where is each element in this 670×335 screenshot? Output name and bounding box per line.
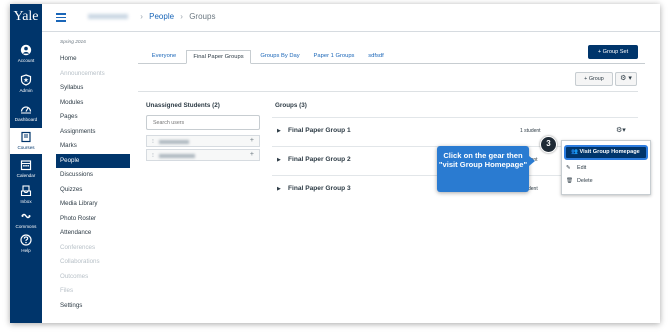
top-bar: › People › Groups [42,4,660,32]
course-nav-announcements[interactable]: Announcements [56,67,130,82]
inbox-icon [20,185,32,197]
canvas-window: Yale Account Admin Dashboard Courses Cal… [10,4,660,323]
search-users-input[interactable] [146,115,260,130]
group-set-settings-gear-button[interactable]: ⚙ ▾ [615,72,637,86]
course-nav-discussions[interactable]: Discussions [56,168,130,183]
breadcrumb-people[interactable]: People [149,12,174,21]
add-student-icon[interactable]: + [250,151,254,158]
tab-paper-1-groups[interactable]: Paper 1 Groups [309,50,359,64]
unassigned-student-row[interactable]: ⁝ + [146,135,260,147]
add-group-button[interactable]: + Group [575,72,613,86]
course-nav-modules[interactable]: Modules [56,96,130,111]
divider [138,91,638,92]
course-nav-marks[interactable]: Marks [56,139,130,154]
trash-icon: 🗑 [566,178,573,184]
global-nav-inbox[interactable]: Inbox [10,183,42,207]
breadcrumb-current: Groups [189,12,216,21]
visit-group-homepage-menu-item[interactable]: 👥 Visit Group Homepage [564,145,648,160]
course-nav-syllabus[interactable]: Syllabus [56,81,130,96]
student-name-blurred [159,140,189,144]
drag-handle-icon[interactable]: ⁝ [152,138,154,145]
global-nav-dashboard[interactable]: Dashboard [10,100,42,126]
course-term: Spring 2016 [60,40,86,45]
account-icon [20,44,32,56]
breadcrumb: › People › Groups [88,12,215,21]
commons-icon [21,213,31,219]
add-group-set-button[interactable]: + Group Set [588,45,638,59]
global-nav-account[interactable]: Account [10,42,42,70]
tab-final-paper-groups[interactable]: Final Paper Groups [186,50,251,64]
yale-logo[interactable]: Yale [10,9,42,25]
group-member-count: 1 student [520,128,541,134]
drag-handle-icon[interactable]: ⁝ [152,152,154,159]
expand-caret-icon[interactable]: ▶ [277,157,281,163]
course-nav-people[interactable]: People [56,153,130,168]
edit-menu-item[interactable]: ✎ Edit [566,165,586,171]
course-nav-files[interactable]: Files [56,284,130,299]
breadcrumb-course-blurred[interactable] [88,14,128,20]
hamburger-menu-icon[interactable] [56,13,66,22]
group-users-icon: 👥 [571,149,578,155]
unassigned-student-row[interactable]: ⁝ + [146,149,260,161]
global-nav: Yale Account Admin Dashboard Courses Cal… [10,4,42,323]
calendar-icon [20,160,32,171]
global-nav-courses[interactable]: Courses [10,128,42,154]
delete-menu-item[interactable]: 🗑 Delete [566,178,593,184]
group-actions-menu: 👥 Visit Group Homepage ✎ Edit 🗑 Delete [561,140,651,195]
course-nav-outcomes[interactable]: Outcomes [56,270,130,285]
global-nav-commons[interactable]: Commons [10,209,42,231]
courses-book-icon [21,131,31,143]
course-nav-conferences[interactable]: Conferences [56,241,130,256]
group-name[interactable]: Final Paper Group 1 [288,127,351,134]
course-nav-media-library[interactable]: Media Library [56,197,130,212]
course-nav-pages[interactable]: Pages [56,110,130,125]
instruction-callout: Click on the gear then "visit Group Home… [437,146,535,192]
dashboard-icon [20,106,32,114]
group-name[interactable]: Final Paper Group 3 [288,185,351,192]
step-number-badge: 3 [540,136,557,153]
course-nav: Spring 2016 Home Announcements Syllabus Mod… [56,40,130,313]
admin-shield-icon [20,74,32,86]
tab-groups-by-day[interactable]: Groups By Day [254,50,306,64]
course-nav-photo-roster[interactable]: Photo Roster [56,212,130,227]
tab-everyone[interactable]: Everyone [145,50,183,64]
expand-caret-icon[interactable]: ▶ [277,186,281,192]
group-set-tabs: Everyone Final Paper Groups Groups By Da… [138,50,645,64]
course-nav-settings[interactable]: Settings [56,299,130,314]
course-nav-collaborations[interactable]: Collaborations [56,255,130,270]
course-nav-quizzes[interactable]: Quizzes [56,183,130,198]
pencil-icon: ✎ [566,165,571,171]
group-member-count: dent [528,186,538,192]
global-nav-calendar[interactable]: Calendar [10,157,42,181]
add-student-icon[interactable]: + [250,137,254,144]
expand-caret-icon[interactable]: ▶ [277,128,281,134]
groups-heading: Groups (3) [275,102,307,109]
group-gear-icon[interactable]: ⚙▾ [616,126,626,134]
course-nav-home[interactable]: Home [56,52,130,67]
student-name-blurred [159,154,195,158]
course-nav-attendance[interactable]: Attendance [56,226,130,241]
global-nav-admin[interactable]: Admin [10,72,42,98]
course-nav-assignments[interactable]: Assignments [56,125,130,140]
tab-sdfsdf[interactable]: sdfsdf [362,50,390,64]
global-nav-help[interactable]: Help [10,233,42,257]
help-question-icon [20,234,32,246]
unassigned-students-heading: Unassigned Students (2) [146,102,220,109]
group-name[interactable]: Final Paper Group 2 [288,156,351,163]
